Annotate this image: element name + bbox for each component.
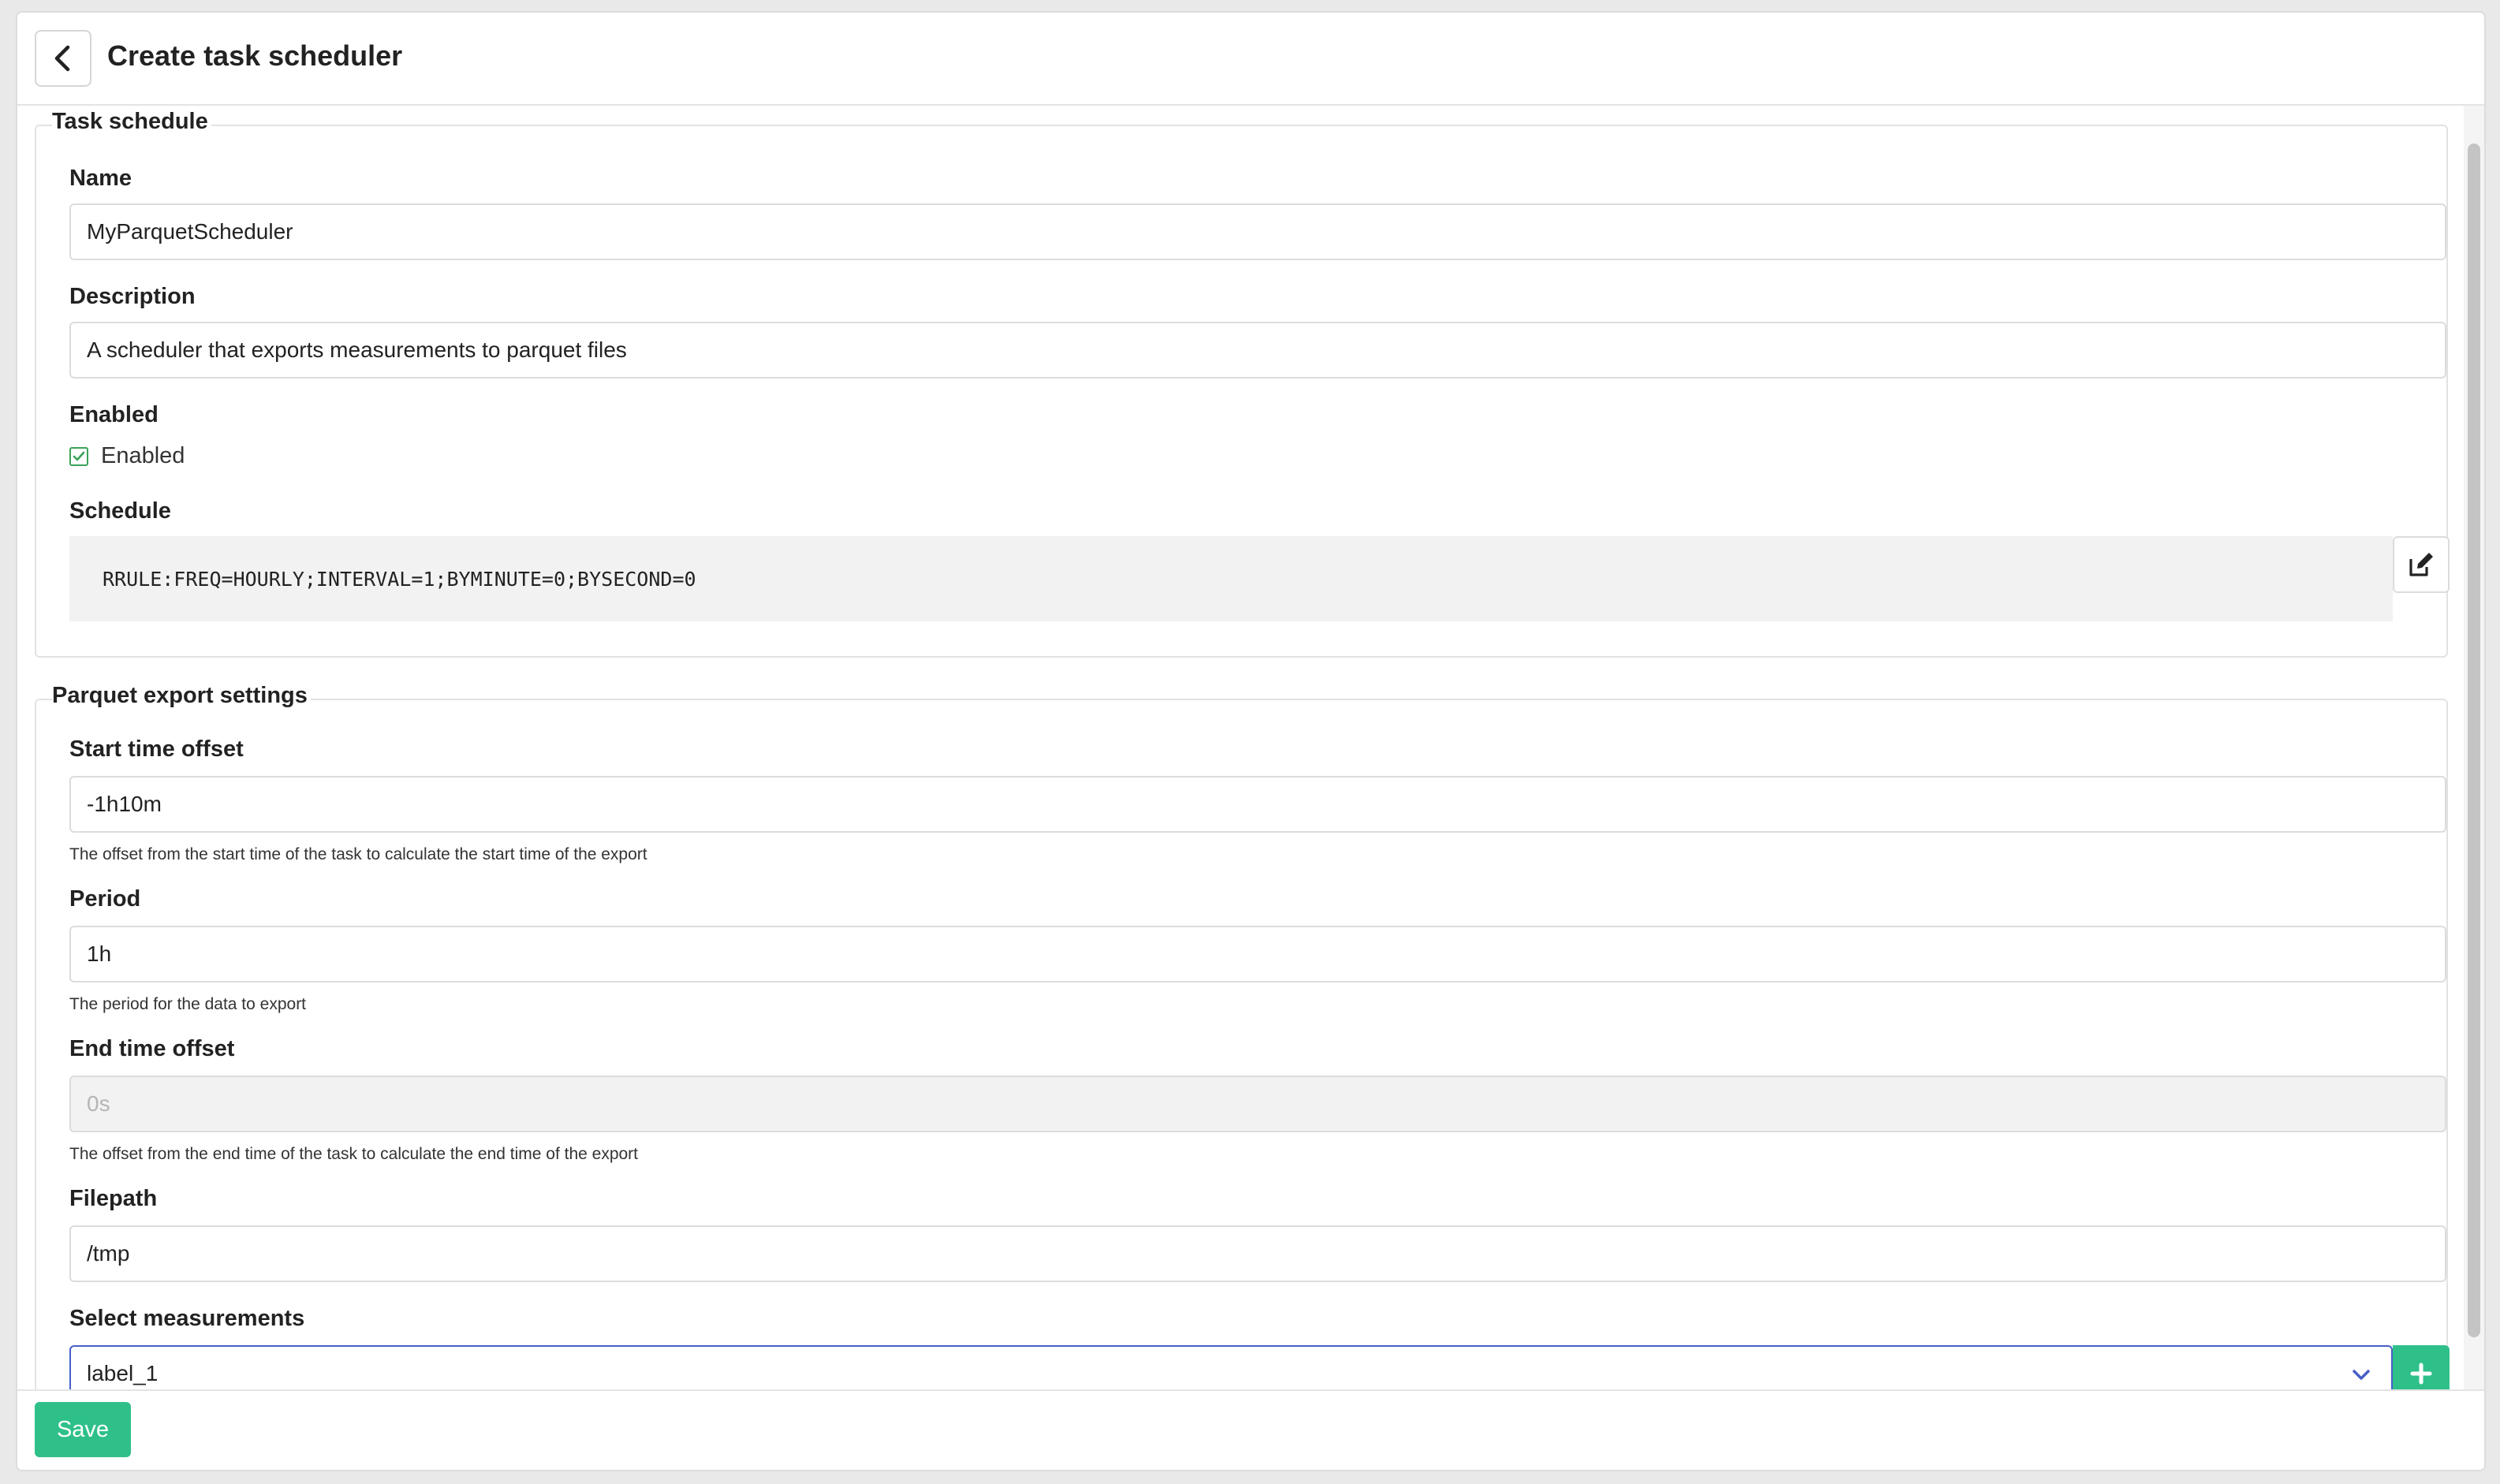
chevron-down-icon <box>2353 1370 2370 1380</box>
period-help: The period for the data to export <box>69 995 307 1013</box>
enabled-label: Enabled <box>69 402 159 427</box>
check-icon <box>73 451 85 460</box>
schedule-label: Schedule <box>69 498 171 524</box>
filepath-input[interactable]: /tmp <box>69 1225 2446 1282</box>
measurements-selected-value: label_1 <box>87 1361 159 1385</box>
enabled-checkbox[interactable] <box>69 446 88 466</box>
schedule-rrule-display: RRULE:FREQ=HOURLY;INTERVAL=1;BYMINUTE=0;… <box>69 536 2393 621</box>
filepath-label: Filepath <box>69 1186 158 1211</box>
description-label: Description <box>69 284 196 309</box>
edit-schedule-button[interactable] <box>2393 536 2450 593</box>
enabled-checkbox-label: Enabled <box>101 443 185 468</box>
task-schedule-legend: Task schedule <box>52 109 211 135</box>
period-input[interactable]: 1h <box>69 926 2446 982</box>
scrollbar-thumb[interactable] <box>2468 144 2480 1337</box>
scrollbar[interactable] <box>2464 106 2484 1404</box>
task-scheduler-card: Create task scheduler Task schedule Name… <box>16 11 2486 1471</box>
start-time-offset-label: Start time offset <box>69 736 244 762</box>
parquet-export-group: Parquet export settings Start time offse… <box>35 683 2450 1404</box>
form-content[interactable]: Task schedule Name MyParquetScheduler De… <box>17 106 2465 1404</box>
task-schedule-group: Task schedule Name MyParquetScheduler De… <box>35 109 2450 658</box>
name-input[interactable]: MyParquetScheduler <box>69 203 2446 260</box>
name-label: Name <box>69 166 132 191</box>
plus-icon <box>2410 1363 2432 1385</box>
chevron-left-icon <box>54 45 70 72</box>
save-button[interactable]: Save <box>35 1402 131 1457</box>
page-header: Create task scheduler <box>17 13 2484 106</box>
end-time-offset-help: The offset from the end time of the task… <box>69 1145 639 1163</box>
end-time-offset-input: 0s <box>69 1076 2446 1132</box>
page-title: Create task scheduler <box>107 39 403 72</box>
description-input[interactable]: A scheduler that exports measurements to… <box>69 322 2446 378</box>
back-button[interactable] <box>35 30 91 87</box>
select-measurements-label: Select measurements <box>69 1306 305 1331</box>
parquet-export-legend: Parquet export settings <box>52 683 311 709</box>
form-footer: Save <box>17 1389 2484 1470</box>
enabled-checkbox-row[interactable]: Enabled <box>69 443 185 469</box>
edit-icon <box>2409 553 2433 576</box>
start-time-offset-help: The offset from the start time of the ta… <box>69 845 647 863</box>
period-label: Period <box>69 886 141 912</box>
start-time-offset-input[interactable]: -1h10m <box>69 776 2446 833</box>
end-time-offset-label: End time offset <box>69 1036 235 1061</box>
